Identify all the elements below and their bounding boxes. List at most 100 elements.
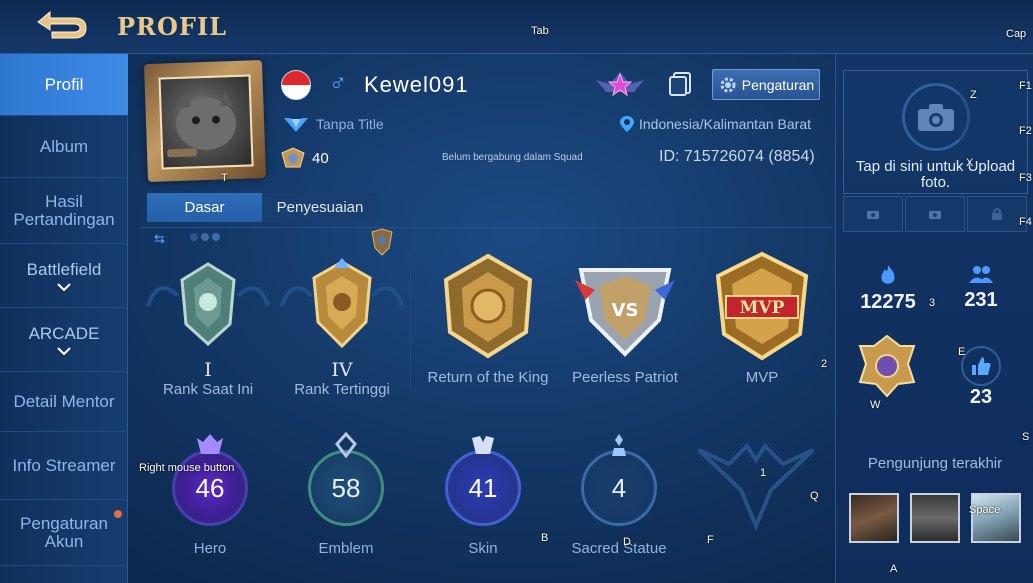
tab-penyesuaian[interactable]: Penyesuaian bbox=[262, 193, 378, 222]
key-label-cap: Cap bbox=[1006, 28, 1027, 40]
sidebar-item-arcade[interactable]: ARCADE bbox=[0, 308, 128, 372]
swap-icon[interactable]: ⇆ bbox=[154, 231, 165, 247]
stat-sacred-statue[interactable]: 4 Sacred Statue bbox=[569, 432, 669, 557]
gear-icon bbox=[720, 77, 736, 92]
key-label-f4: F4 bbox=[1019, 216, 1032, 228]
key-label-f2: F2 bbox=[1019, 125, 1032, 137]
photo-slot-3[interactable] bbox=[967, 196, 1027, 232]
key-label-d: D bbox=[623, 536, 631, 548]
badge-peerless-patriot[interactable]: VS Peerless Patriot bbox=[555, 250, 695, 386]
key-label-z: Z bbox=[970, 89, 977, 101]
photo-slots bbox=[843, 196, 1027, 232]
visitor-avatar-3[interactable] bbox=[971, 493, 1021, 543]
title-wing-icon bbox=[284, 118, 308, 132]
visitor-avatar-2[interactable] bbox=[910, 493, 960, 543]
page-title: PROFIL bbox=[117, 12, 228, 41]
return-of-king-badge bbox=[443, 253, 533, 359]
star-badge-icon[interactable] bbox=[594, 70, 646, 100]
sidebar-item-battlefield[interactable]: Battlefield bbox=[0, 244, 128, 308]
stat-hero[interactable]: 46 Hero bbox=[160, 432, 260, 557]
key-label-f3: F3 bbox=[1019, 172, 1032, 184]
sidebar-item-hasil-pertandingan[interactable]: Hasil Pertandingan bbox=[0, 178, 128, 244]
sidebar-item-pengaturan-akun[interactable]: Pengaturan Akun bbox=[0, 500, 128, 566]
sidebar-item-label: Profil bbox=[44, 74, 84, 94]
svg-text:VS: VS bbox=[612, 300, 639, 321]
back-button[interactable] bbox=[28, 6, 92, 44]
sidebar-item-label: ARCADE bbox=[28, 323, 100, 343]
player-title: Tanpa Title bbox=[316, 116, 384, 132]
avatar-frame[interactable] bbox=[143, 59, 267, 183]
rank-crest-icon bbox=[371, 228, 393, 256]
key-label-2: 2 bbox=[821, 358, 828, 370]
popularity-stat: 12275 bbox=[858, 264, 918, 314]
badge-return-of-the-king[interactable]: Return of the King bbox=[418, 250, 558, 386]
sidebar-item-detail-mentor[interactable]: Detail Mentor bbox=[0, 372, 128, 432]
badge-label: Return of the King bbox=[427, 369, 549, 386]
sidebar-item-album[interactable]: Album bbox=[0, 116, 128, 178]
fire-icon bbox=[881, 265, 895, 284]
sidebar-item-profil[interactable]: Profil bbox=[0, 54, 128, 116]
settings-button[interactable]: Pengaturan bbox=[712, 69, 820, 100]
eagle-watermark-icon bbox=[697, 442, 815, 532]
squad-status: Belum bergabung dalam Squad bbox=[442, 152, 583, 163]
male-gender-icon: ♂ bbox=[329, 70, 347, 97]
rank-label: Rank Saat Ini bbox=[162, 381, 254, 398]
badge-label: Peerless Patriot bbox=[572, 369, 678, 386]
svg-text:MVP: MVP bbox=[740, 298, 785, 318]
key-label-b: B bbox=[541, 532, 549, 544]
settings-label: Pengaturan bbox=[741, 76, 815, 93]
popularity-value: 12275 bbox=[860, 291, 916, 313]
cat-avatar-image bbox=[167, 91, 237, 158]
badge-mvp[interactable]: MVP MVP bbox=[692, 250, 832, 386]
stat-label: Hero bbox=[193, 540, 227, 557]
statue-icon bbox=[612, 434, 626, 456]
sidebar-item-label: Battlefield bbox=[26, 259, 102, 279]
emblem-icon bbox=[335, 432, 357, 458]
visitor-avatar-1[interactable] bbox=[849, 493, 899, 543]
camera-small-icon bbox=[929, 211, 941, 219]
medal-badge-icon[interactable] bbox=[856, 334, 918, 398]
hero-count: 46 bbox=[195, 472, 225, 503]
sidebar-item-info-streamer[interactable]: Info Streamer bbox=[0, 432, 128, 500]
key-label-f1: F1 bbox=[1019, 80, 1032, 92]
squad-count: 40 bbox=[280, 147, 329, 169]
title-line[interactable]: Tanpa Title bbox=[282, 115, 384, 133]
sidebar-item-label: Pengaturan Akun bbox=[20, 513, 108, 551]
badge-label: MVP bbox=[745, 369, 779, 386]
key-label-a: A bbox=[890, 563, 898, 575]
indonesia-flag-icon bbox=[281, 70, 311, 100]
likes-value: 23 bbox=[969, 386, 993, 408]
photo-slot-1[interactable] bbox=[843, 196, 903, 232]
key-label-s: S bbox=[1022, 431, 1030, 443]
rank-roman: IV bbox=[331, 359, 353, 381]
stat-skin[interactable]: 41 Skin bbox=[433, 432, 533, 557]
tab-dasar[interactable]: Dasar bbox=[147, 193, 262, 222]
mythic-rank-emblem bbox=[146, 262, 270, 347]
stat-label: Sacred Statue bbox=[571, 540, 667, 557]
top-bar: PROFIL bbox=[0, 0, 1033, 54]
users-icon bbox=[969, 266, 993, 283]
photo-slot-2[interactable] bbox=[905, 196, 965, 232]
sidebar-item-label: Hasil Pertandingan bbox=[13, 191, 115, 229]
stat-label: Emblem bbox=[318, 540, 374, 557]
chevron-down-icon bbox=[57, 346, 71, 355]
back-arrow-icon bbox=[37, 10, 87, 39]
chevron-down-icon bbox=[57, 282, 71, 291]
statue-count: 4 bbox=[611, 472, 627, 503]
upload-text: Tap di sini untuk Upload foto. bbox=[855, 158, 1016, 191]
page-dots bbox=[190, 233, 220, 241]
cards-icon[interactable] bbox=[668, 71, 694, 97]
key-label-f: F bbox=[707, 534, 714, 546]
rank-current[interactable]: I Rank Saat Ini bbox=[138, 256, 278, 398]
stat-emblem[interactable]: 58 Emblem bbox=[296, 432, 396, 557]
key-label-x: X bbox=[966, 157, 974, 169]
rank-highest[interactable]: IV Rank Tertinggi bbox=[272, 256, 412, 398]
emblem-ring: 58 bbox=[308, 450, 384, 526]
sidebar-item-label: Info Streamer bbox=[12, 455, 116, 475]
key-label-right-mouse: Right mouse button bbox=[139, 462, 235, 474]
upload-ring bbox=[902, 83, 970, 151]
skin-icon bbox=[472, 436, 494, 454]
upload-photo-area[interactable]: Tap di sini untuk Upload foto. bbox=[843, 70, 1028, 194]
emblem-count: 58 bbox=[331, 472, 361, 503]
rank-roman: I bbox=[204, 359, 212, 381]
